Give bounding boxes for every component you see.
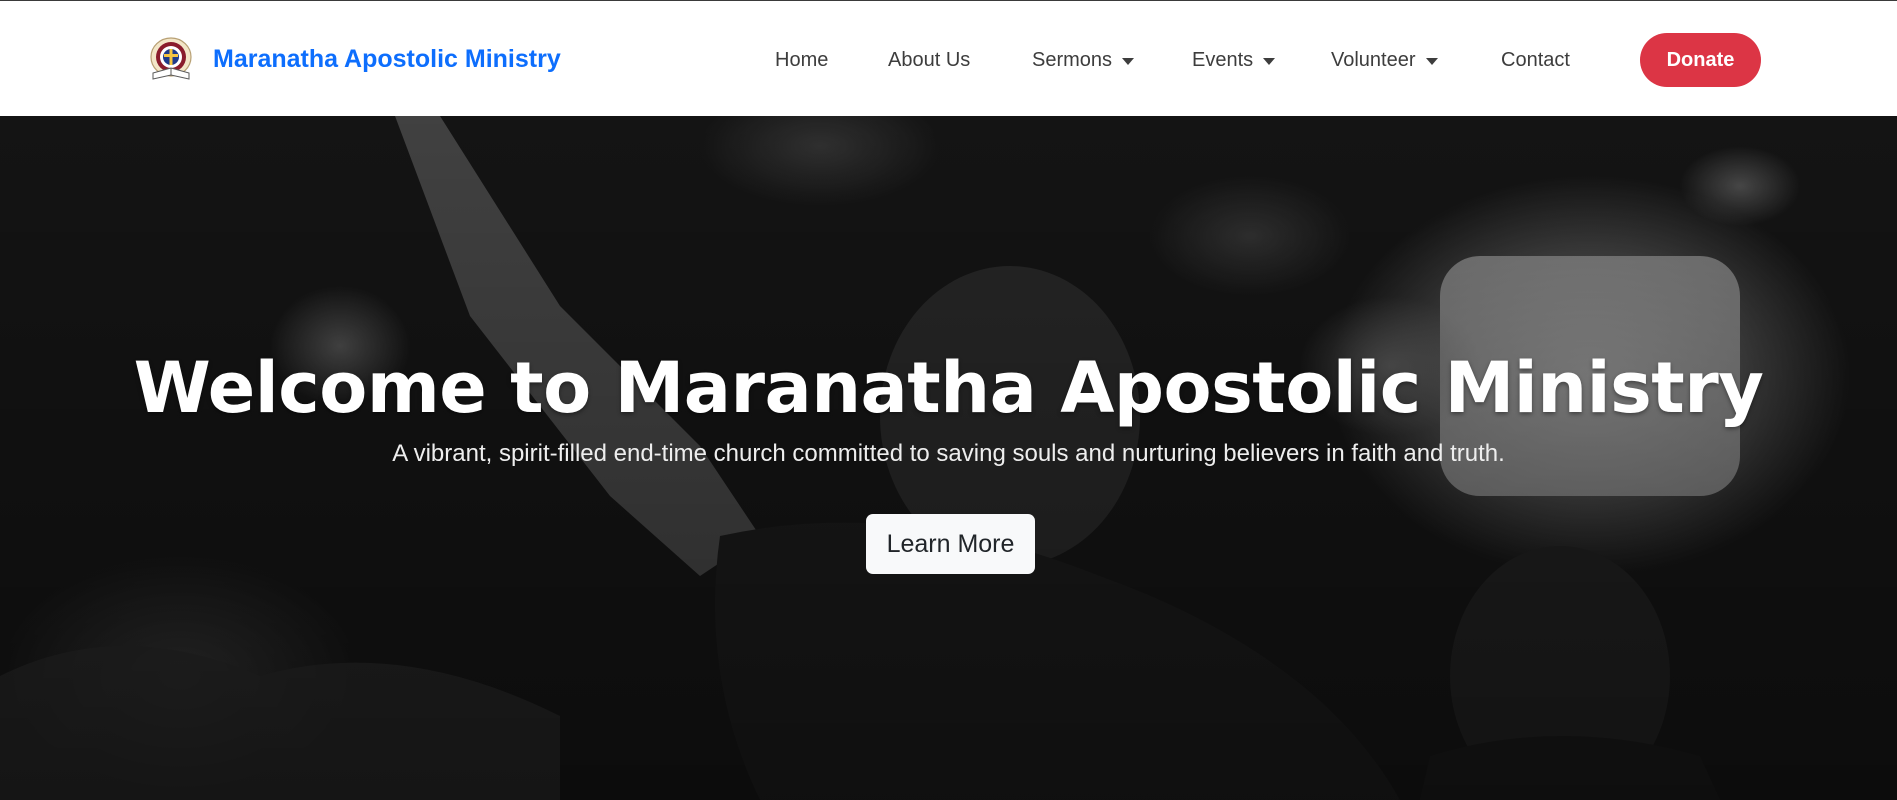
caret-down-icon — [1122, 57, 1135, 65]
hero-title: Welcome to Maranatha Apostolic Ministry — [133, 347, 1764, 429]
church-seal-logo-icon — [150, 37, 192, 80]
nav-item-sermons[interactable]: Sermons — [1032, 45, 1135, 75]
hero-section: Welcome to Maranatha Apostolic Ministry … — [0, 116, 1897, 800]
brand-name: Maranatha Apostolic Ministry — [213, 44, 561, 73]
hero-subtitle: A vibrant, spirit-filled end-time church… — [392, 440, 1505, 467]
nav-item-label: Volunteer — [1331, 48, 1416, 71]
nav-item-contact[interactable]: Contact — [1501, 45, 1570, 75]
nav-item-label: Events — [1192, 48, 1254, 71]
donate-button[interactable]: Donate — [1640, 33, 1761, 87]
nav-item-label: Home — [775, 48, 829, 71]
nav-item-volunteer[interactable]: Volunteer — [1331, 45, 1438, 75]
caret-down-icon — [1263, 57, 1276, 65]
nav-item-events[interactable]: Events — [1192, 45, 1276, 75]
nav-item-about-us[interactable]: About Us — [888, 45, 970, 75]
learn-more-button[interactable]: Learn More — [866, 514, 1035, 574]
nav-item-home[interactable]: Home — [775, 45, 828, 75]
nav-item-label: About Us — [888, 48, 971, 71]
caret-down-icon — [1425, 57, 1438, 65]
nav-item-label: Sermons — [1032, 48, 1113, 71]
navbar: Maranatha Apostolic Ministry Home About … — [0, 0, 1897, 116]
nav-item-label: Contact — [1501, 48, 1570, 71]
brand-link[interactable]: Maranatha Apostolic Ministry — [145, 35, 561, 83]
